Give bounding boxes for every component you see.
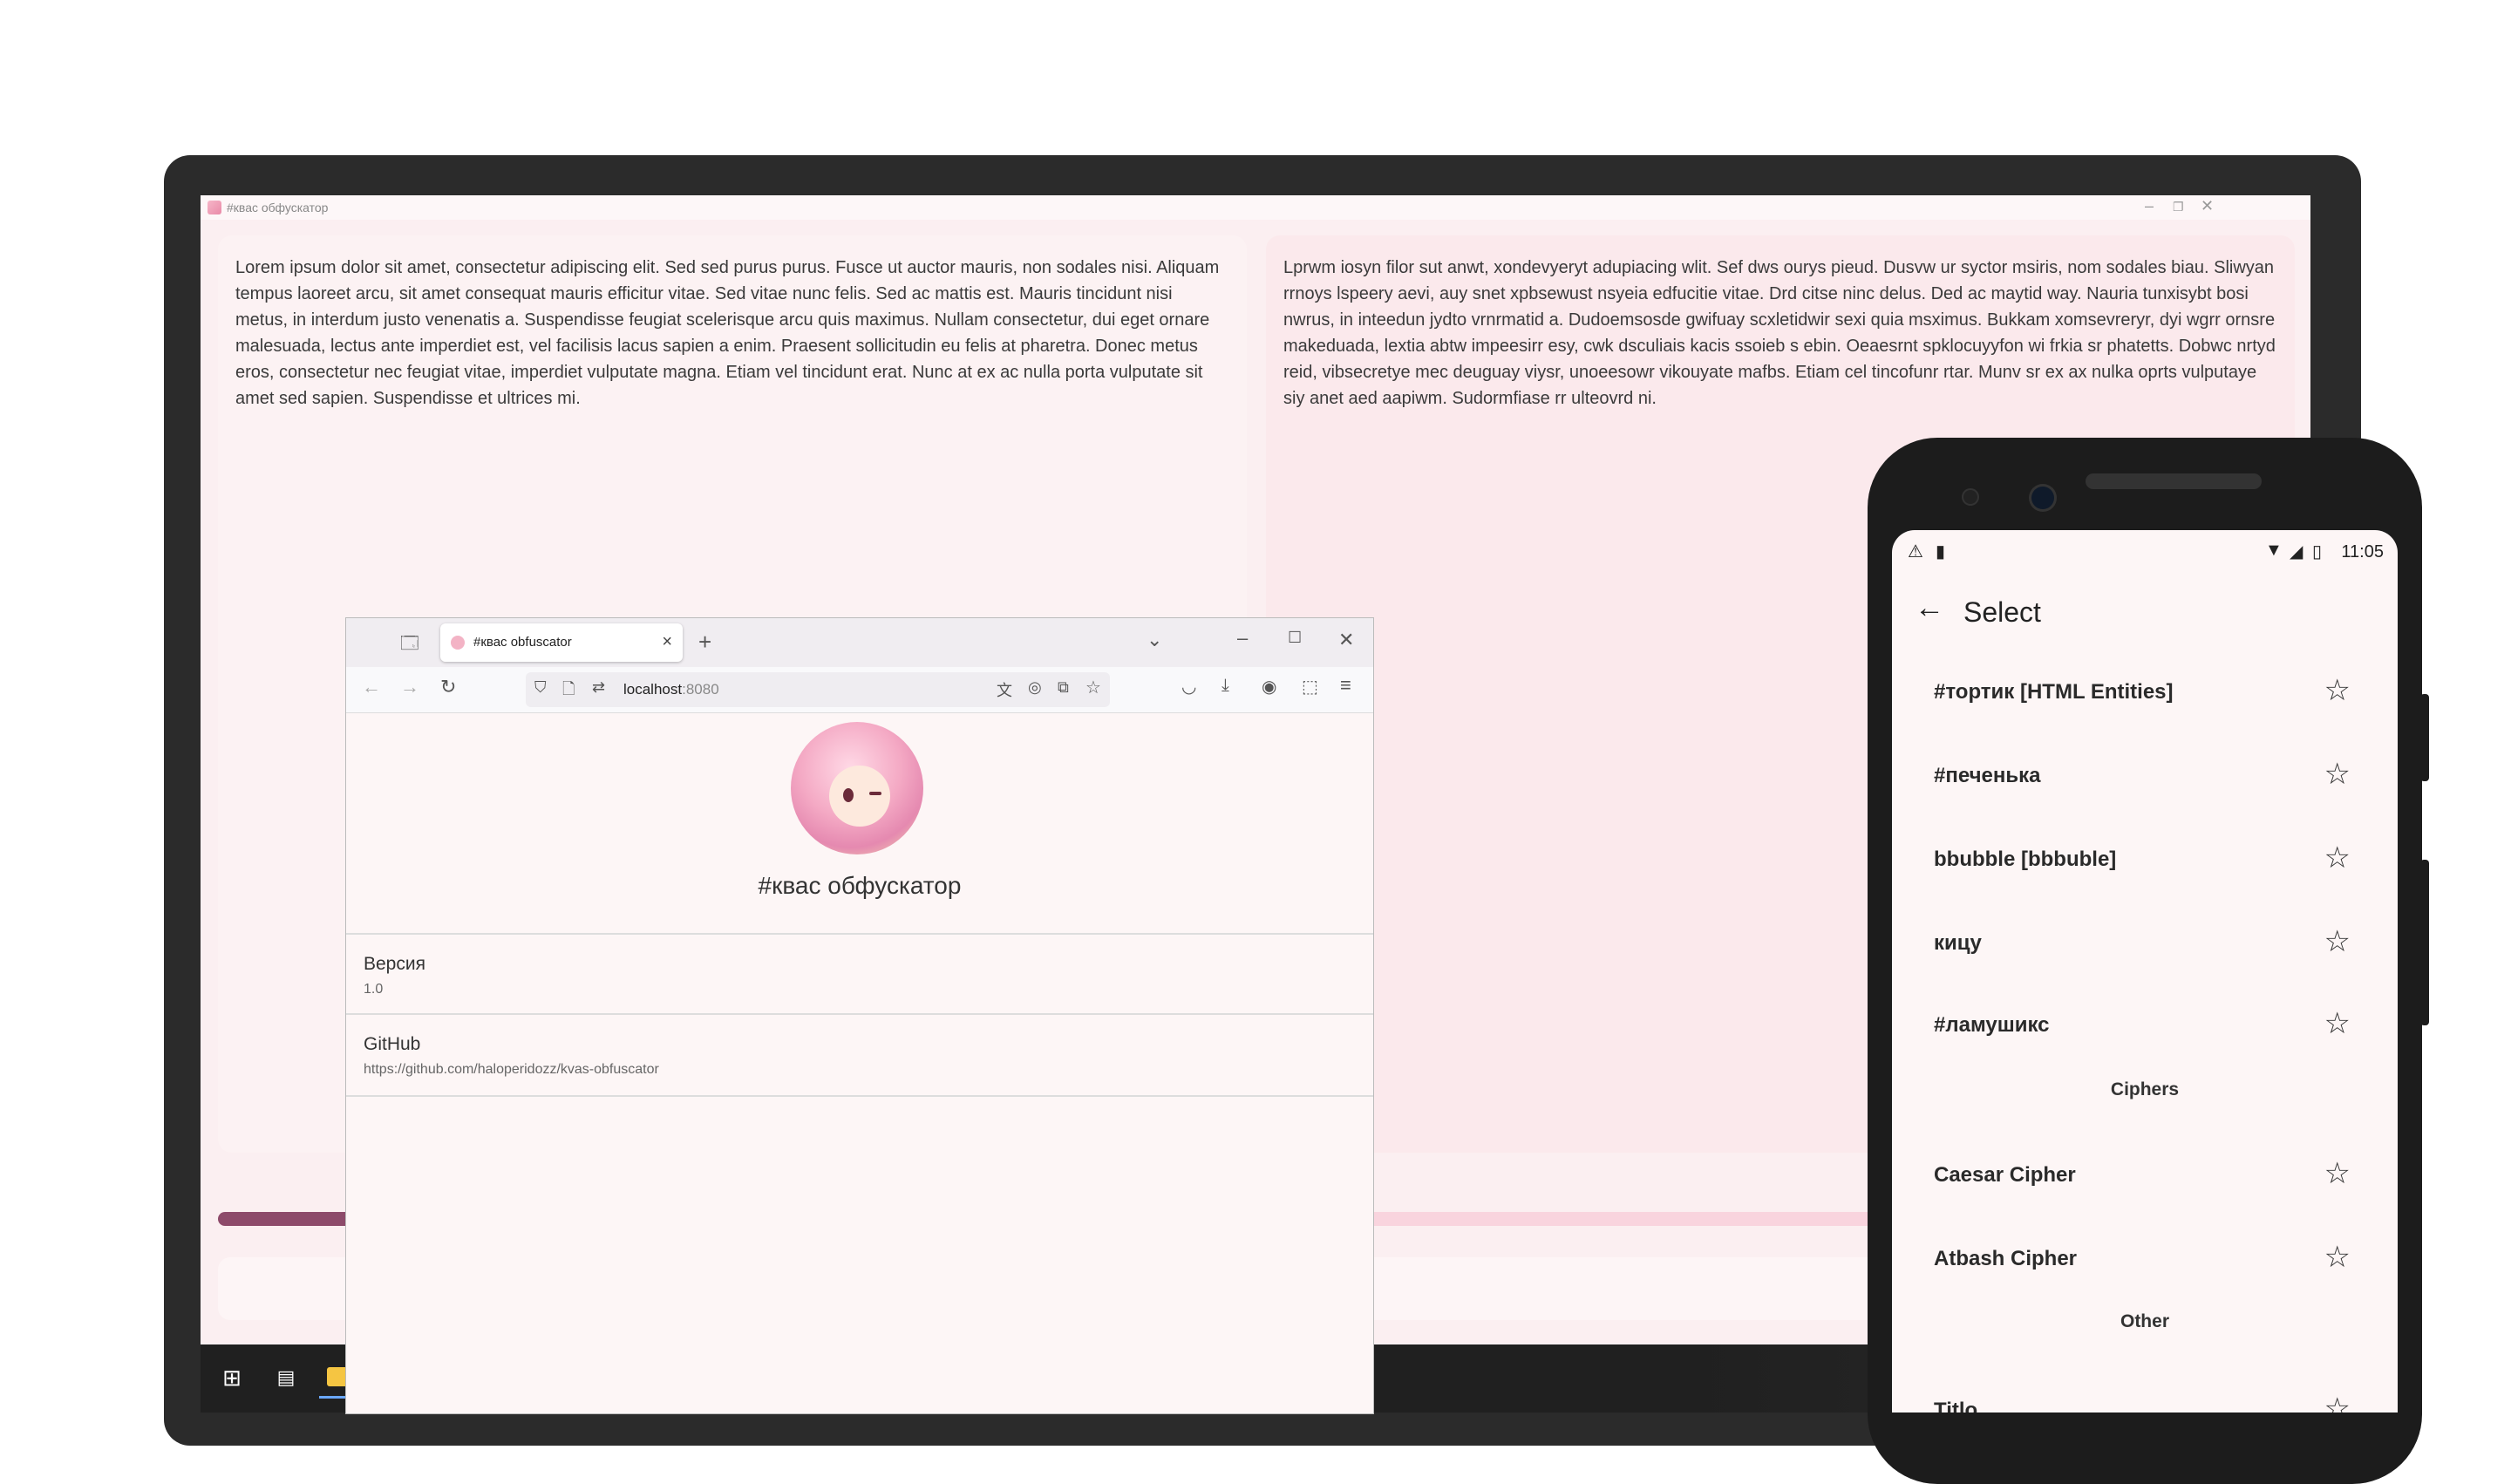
fingerprint-icon[interactable]: ◎ (1028, 678, 1042, 697)
address-bar[interactable]: ⛉ 🗋 ⇄ localhost:8080 文 ◎ ⧉ ☆ (526, 672, 1110, 707)
back-arrow-icon[interactable]: ← (362, 676, 381, 698)
navigation-toolbar: ← → ↻ ⛉ 🗋 ⇄ localhost:8080 文 ◎ ⧉ ☆ ◡ ⤓ ◉… (346, 667, 1373, 713)
item-label: Caesar Cipher (1934, 1163, 2076, 1187)
app-title: #квас обфускатор (758, 872, 962, 899)
app-icon (208, 201, 221, 214)
close-icon[interactable]: ✕ (2201, 197, 2214, 215)
window-titlebar: #квас обфускатор – ❐ ✕ (201, 195, 2310, 220)
url-text: localhost:8080 (623, 681, 719, 698)
bookmark-star-icon[interactable]: ☆ (1085, 677, 1101, 698)
github-link[interactable]: https://github.com/haloperidozz/kvas-obf… (364, 1062, 659, 1078)
tab-title: #квас obfuscator (473, 635, 572, 650)
translation-toggle-icon[interactable]: ⧉ (1058, 678, 1069, 697)
download-icon[interactable]: ⤓ (1221, 676, 1229, 696)
minimize-icon[interactable]: – (2145, 197, 2154, 215)
new-tab-icon[interactable]: + (698, 629, 711, 656)
item-label: #ламушикс (1934, 1013, 2050, 1037)
translate-icon[interactable]: 文 (997, 678, 1012, 701)
list-item[interactable]: Atbash Cipher ☆ (1892, 1217, 2398, 1301)
sd-card-icon: ▮ (1936, 542, 1946, 562)
item-label: кицу (1934, 931, 1982, 955)
account-icon[interactable]: ◉ (1262, 676, 1276, 698)
phone-sensor (1963, 490, 1977, 504)
reload-icon[interactable]: ↻ (440, 676, 456, 698)
star-icon[interactable]: ☆ (2324, 1240, 2351, 1275)
item-label: Titlo (1934, 1399, 1978, 1413)
list-item[interactable]: bbubble [bbbuble] ☆ (1892, 818, 2398, 902)
back-arrow-icon[interactable]: ← (1915, 591, 1944, 625)
app-logo-avatar (791, 722, 923, 854)
forward-arrow-icon[interactable]: → (400, 676, 419, 698)
section-header-other: Other (2120, 1311, 2169, 1331)
signal-icon: ◢ (2290, 542, 2303, 562)
menu-icon[interactable]: ≡ (1340, 674, 1351, 697)
tab-favicon (451, 636, 465, 650)
windows-start-icon[interactable]: ⊞ (211, 1357, 253, 1399)
list-item[interactable]: кицу ☆ (1892, 902, 2398, 985)
list-item[interactable]: Titlo ☆ (1892, 1369, 2398, 1413)
browser-window: 🗔 #квас obfuscator × + ⌄ – ☐ ✕ ← → ↻ ⛉ 🗋… (345, 617, 1374, 1414)
screen-title: Select (1963, 596, 2041, 628)
phone-speaker (2086, 473, 2262, 489)
version-label: Версия (364, 954, 425, 974)
item-label: bbubble [bbbuble] (1934, 848, 2117, 871)
tab-close-icon[interactable]: × (662, 632, 672, 652)
star-icon[interactable]: ☆ (2324, 841, 2351, 875)
star-icon[interactable]: ☆ (2324, 757, 2351, 792)
list-item[interactable]: #печенька ☆ (1892, 734, 2398, 818)
status-bar: ⚠ ▮ ▼ ◢ ▯ 11:05 (1892, 530, 2398, 572)
output-text: Lprwm iosyn filor sut anwt, xondevyeryt … (1283, 258, 2276, 408)
phone-power-button (2420, 694, 2429, 781)
list-item[interactable]: Caesar Cipher ☆ (1892, 1133, 2398, 1217)
github-row[interactable]: GitHub https://github.com/haloperidozz/k… (346, 1013, 1373, 1097)
app-bar: ← Select (1892, 584, 2398, 642)
about-page: #квас обфускатор Версия 1.0 GitHub https… (346, 713, 1373, 1413)
pocket-icon[interactable]: ◡ (1181, 676, 1196, 698)
item-label: #печенька (1934, 764, 2041, 787)
close-icon[interactable]: ✕ (1338, 629, 1354, 651)
url-host: localhost (623, 681, 683, 698)
battery-icon: ▯ (2312, 542, 2323, 562)
tab-bar: 🗔 #квас obfuscator × + ⌄ – ☐ ✕ (346, 618, 1373, 667)
phone-camera (2031, 487, 2054, 509)
maximize-icon[interactable]: ☐ (1288, 629, 1302, 647)
status-time: 11:05 (2341, 542, 2384, 562)
input-text: Lorem ipsum dolor sit amet, consectetur … (235, 258, 1220, 408)
section-header-ciphers: Ciphers (2110, 1079, 2180, 1099)
star-icon[interactable]: ☆ (2324, 1006, 2351, 1041)
minimize-icon[interactable]: – (1237, 627, 1248, 650)
warning-icon: ⚠ (1908, 542, 1923, 562)
window-title: #квас обфускатор (227, 201, 329, 214)
star-icon[interactable]: ☆ (2324, 1156, 2351, 1191)
url-port: :8080 (682, 681, 719, 698)
wifi-icon: ▼ (2265, 541, 2283, 560)
shield-icon[interactable]: ⛉ (534, 678, 547, 697)
github-label: GitHub (364, 1034, 421, 1054)
phone-screen: ⚠ ▮ ▼ ◢ ▯ 11:05 ← Select #тортик [HTML E… (1892, 530, 2398, 1413)
star-icon[interactable]: ☆ (2324, 1392, 2351, 1413)
version-row: Версия 1.0 (346, 933, 1373, 1015)
star-icon[interactable]: ☆ (2324, 924, 2351, 959)
list-item[interactable]: #ламушикс ☆ (1892, 984, 2398, 1067)
page-icon[interactable]: 🗋 (562, 678, 575, 705)
tab-list-icon[interactable]: 🗔 (400, 630, 419, 660)
version-value: 1.0 (364, 982, 384, 997)
permissions-icon[interactable]: ⇄ (592, 678, 605, 697)
item-label: #тортик [HTML Entities] (1934, 680, 2174, 704)
item-label: Atbash Cipher (1934, 1247, 2078, 1270)
chevron-down-icon[interactable]: ⌄ (1147, 629, 1162, 651)
star-icon[interactable]: ☆ (2324, 673, 2351, 708)
phone-volume-button (2420, 860, 2429, 1025)
restore-icon[interactable]: ❐ (2173, 200, 2184, 214)
list-item[interactable]: #тортик [HTML Entities] ☆ (1892, 650, 2398, 734)
extensions-icon[interactable]: ⬚ (1302, 676, 1318, 698)
task-view-icon[interactable]: ▤ (265, 1357, 307, 1399)
browser-tab[interactable]: #квас obfuscator × (440, 623, 683, 662)
